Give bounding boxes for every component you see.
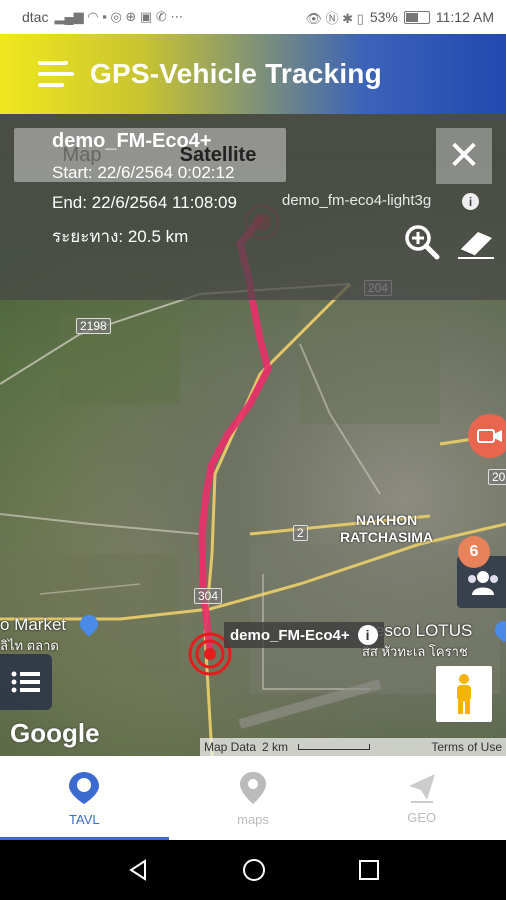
trip-end: End: 22/6/2564 11:08:09 [52, 193, 237, 212]
vehicle-marker-label[interactable]: demo_FM-Eco4+ i [224, 622, 384, 648]
nav-tavl[interactable]: TAVL [0, 756, 169, 840]
nav-geo[interactable]: GEO [337, 756, 506, 840]
people-count-badge: 6 [458, 536, 490, 568]
trip-start: Start: 22/6/2564 0:02:12 [52, 163, 235, 182]
other-device-label: demo_fm-eco4-light3g [282, 192, 432, 209]
nav-maps[interactable]: maps [169, 756, 338, 840]
map-marker-icon [240, 771, 266, 804]
bottom-nav: TAVL maps GEO [0, 756, 506, 840]
city-label: NAKHON RATCHASIMA [340, 512, 434, 545]
google-logo: Google [10, 718, 100, 748]
place-tesco: esco LOTUS [375, 621, 473, 640]
road-label-205: 205 [488, 469, 506, 485]
send-plane-icon [408, 773, 435, 803]
battery-icon [403, 10, 430, 24]
system-nav-bar [0, 840, 506, 900]
other-device-info-icon[interactable]: i [462, 193, 479, 210]
place-market: o Market [0, 615, 67, 634]
camera-button[interactable] [468, 414, 506, 458]
info-icon[interactable]: i [357, 625, 378, 645]
app-bar: GPS-Vehicle Tracking [0, 34, 506, 114]
people-group-icon [468, 571, 498, 595]
map-view[interactable]: 2198 204 2 304 205 NAKHON RATCHASIMA o M… [0, 114, 506, 756]
system-icons: 👁 Ⓝ ✱ ▯ [305, 10, 364, 26]
close-icon: ✕ [447, 134, 481, 178]
place-market-sub: ลิไท ตลาด [0, 638, 59, 653]
zoom-in-icon[interactable] [402, 222, 442, 262]
location-pin-icon [69, 771, 100, 804]
map-attribution: Map Data 2 km Terms of Use [200, 738, 506, 756]
battery-percent: 53% [369, 9, 398, 25]
nav-geo-label: GEO [407, 809, 437, 825]
status-bar: dtac ▂▄▆ ◠ ▪ ◎ ⊕ ▣ ✆ ⋯ 👁 Ⓝ ✱ ▯ 53% 11:12… [0, 0, 506, 34]
map-data-link[interactable]: Map Data [204, 740, 256, 754]
app-title: GPS-Vehicle Tracking [90, 58, 382, 89]
video-camera-icon [477, 429, 502, 443]
close-button[interactable]: ✕ [436, 128, 492, 184]
pegman-icon [457, 674, 471, 714]
road-label-2198: 2198 [76, 318, 111, 334]
recents-icon[interactable] [358, 859, 380, 881]
home-icon[interactable] [241, 857, 267, 883]
road-label-2: 2 [293, 525, 308, 541]
nav-tavl-label: TAVL [69, 811, 100, 827]
back-icon[interactable] [126, 858, 150, 882]
scale-label: 2 km [262, 740, 289, 754]
trip-info: demo_FM-Eco4+ Start: 22/6/2564 0:02:12 E… [52, 130, 237, 250]
list-button[interactable] [0, 654, 52, 710]
nav-maps-label: maps [237, 811, 269, 827]
trip-distance: ระยะทาง: 20.5 km [52, 227, 189, 246]
clock: 11:12 AM [435, 9, 494, 25]
terms-link[interactable]: Terms of Use [431, 740, 502, 754]
eraser-icon[interactable] [456, 224, 496, 260]
street-view-button[interactable] [436, 666, 492, 722]
road-label-304: 304 [194, 588, 223, 604]
list-icon [11, 671, 40, 693]
carrier-label: dtac [22, 9, 49, 25]
vehicle-marker-name: demo_FM-Eco4+ [230, 626, 350, 644]
scale-bar [298, 744, 371, 750]
hamburger-menu-icon[interactable] [38, 59, 74, 89]
trip-vehicle-name: demo_FM-Eco4+ [52, 130, 212, 152]
trip-info-panel: Map Satellite demo_FM-Eco4+ Start: 22/6/… [0, 114, 506, 300]
notification-icons: ▂▄▆ ◠ ▪ ◎ ⊕ ▣ ✆ ⋯ [54, 9, 184, 24]
